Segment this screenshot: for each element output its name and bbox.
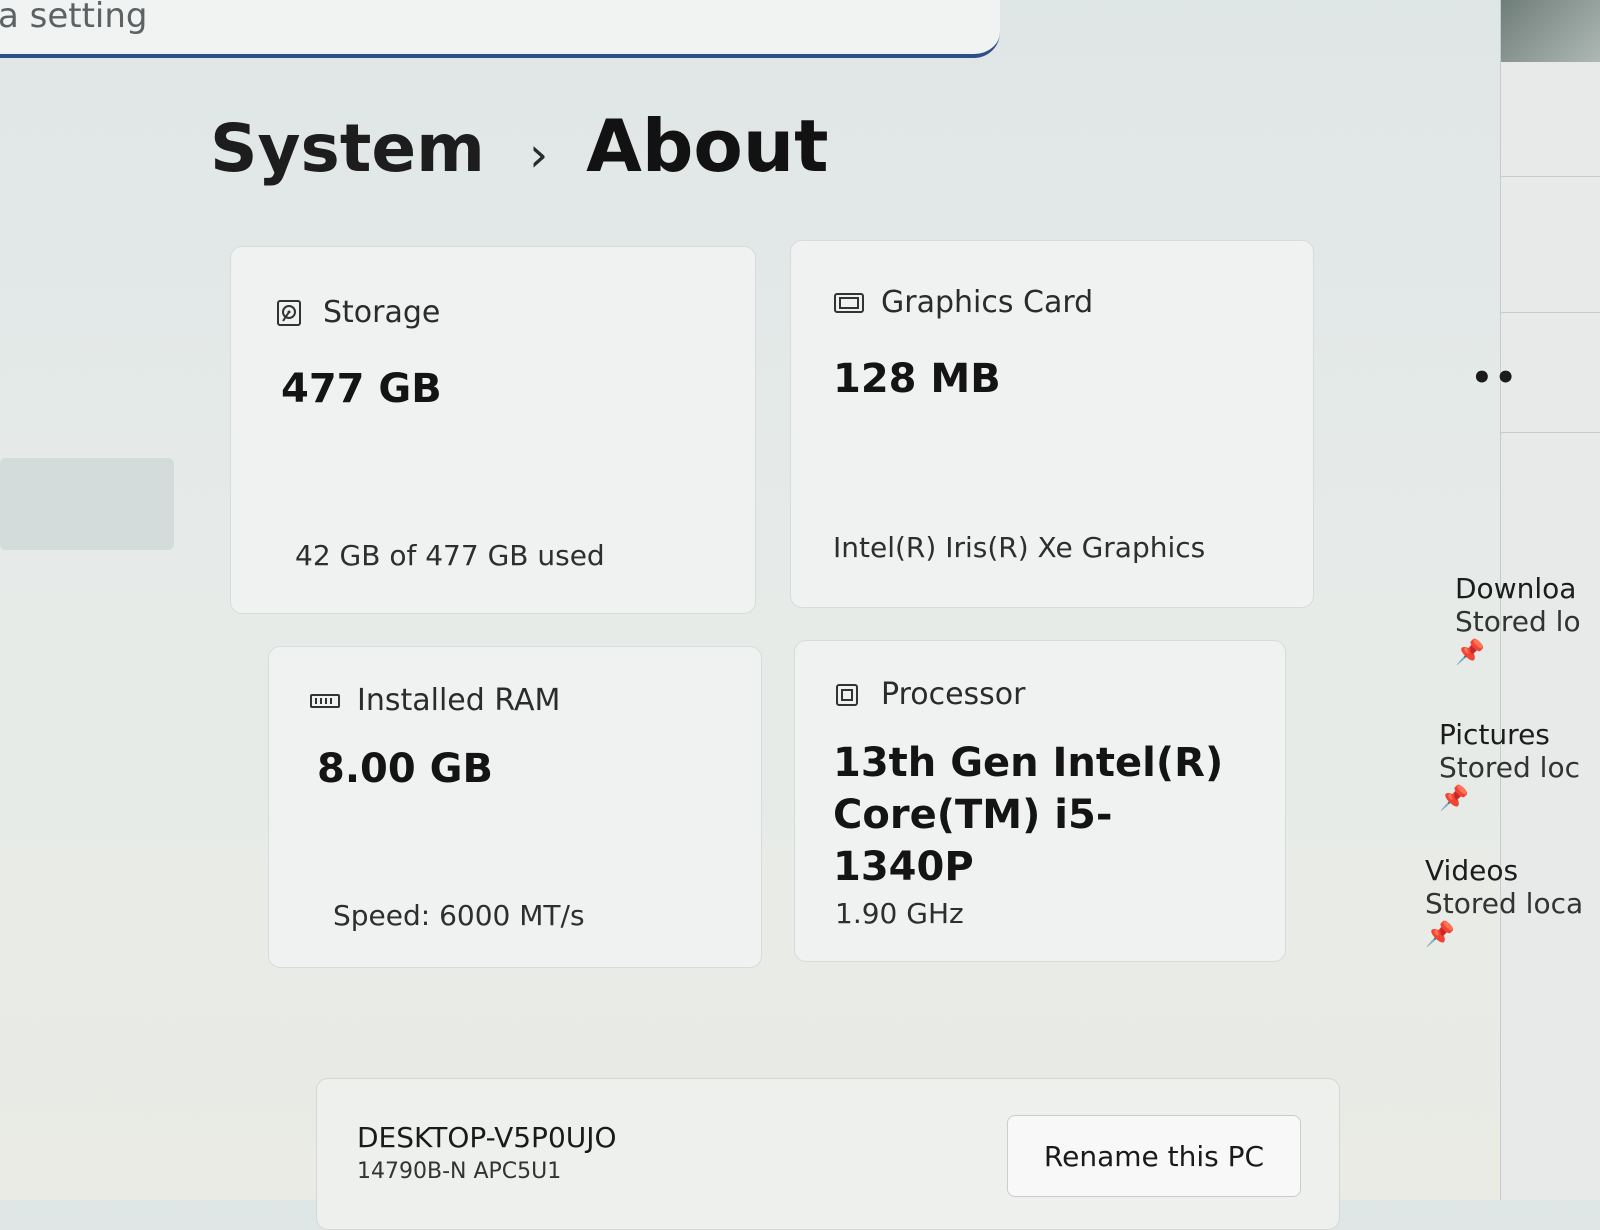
processor-value: 13th Gen Intel(R) Core(TM) i5-1340P xyxy=(833,737,1253,893)
quick-access-item-subtitle: Stored loc xyxy=(1439,751,1580,784)
processor-detail: 1.90 GHz xyxy=(835,897,964,930)
device-name: DESKTOP-V5P0UJO xyxy=(357,1121,617,1154)
breadcrumb: System › About xyxy=(210,104,829,188)
search-input[interactable]: a setting xyxy=(0,0,148,36)
graphics-detail: Intel(R) Iris(R) Xe Graphics xyxy=(833,531,1206,564)
settings-search-box[interactable]: a setting xyxy=(0,0,1000,58)
pin-icon: 📌 xyxy=(1455,638,1485,666)
processor-value-line1: 13th Gen Intel(R) xyxy=(833,740,1224,786)
quick-access-item-videos[interactable]: Videos Stored loca 📌 xyxy=(1425,854,1583,948)
graphics-value: 128 MB xyxy=(833,356,1001,402)
processor-value-line2: Core(TM) i5-1340P xyxy=(833,792,1113,890)
quick-access-item-title: Downloa xyxy=(1455,572,1577,605)
graphics-card-icon xyxy=(833,289,864,317)
pin-icon: 📌 xyxy=(1439,784,1469,812)
graphics-card-card: Graphics Card 128 MB Intel(R) Iris(R) Xe… xyxy=(790,240,1314,608)
divider xyxy=(1501,312,1600,313)
breadcrumb-system-link[interactable]: System xyxy=(210,110,485,187)
quick-access-item-downloads[interactable]: Downloa Stored lo 📌 xyxy=(1455,572,1581,666)
more-options-button[interactable]: •• xyxy=(1471,358,1518,398)
rename-pc-button[interactable]: Rename this PC xyxy=(1007,1115,1301,1197)
hard-drive-icon xyxy=(275,299,303,327)
graphics-title: Graphics Card xyxy=(881,285,1094,320)
quick-access-item-pictures[interactable]: Pictures Stored loc 📌 xyxy=(1439,718,1580,812)
ram-value: 8.00 GB xyxy=(317,746,493,792)
divider xyxy=(1501,432,1600,433)
memory-icon xyxy=(309,687,340,715)
pin-icon: 📌 xyxy=(1425,920,1455,948)
installed-ram-card: Installed RAM 8.00 GB Speed: 6000 MT/s xyxy=(268,646,762,968)
storage-title: Storage xyxy=(323,295,441,330)
storage-detail: 42 GB of 477 GB used xyxy=(295,539,605,572)
processor-card: Processor 13th Gen Intel(R) Core(TM) i5-… xyxy=(794,640,1286,962)
storage-value: 477 GB xyxy=(281,366,442,412)
sidebar-selected-item[interactable] xyxy=(0,458,174,550)
processor-title: Processor xyxy=(881,677,1026,712)
device-name-card: DESKTOP-V5P0UJO 14790B-N APC5U1 Rename t… xyxy=(316,1078,1340,1230)
chevron-right-icon: › xyxy=(528,127,549,183)
cpu-icon xyxy=(833,681,861,709)
quick-access-item-title: Pictures xyxy=(1439,718,1550,751)
ram-title: Installed RAM xyxy=(357,683,561,718)
page-title: About xyxy=(586,104,829,188)
quick-access-item-title: Videos xyxy=(1425,854,1519,887)
quick-access-item-subtitle: Stored loca xyxy=(1425,887,1584,920)
quick-access-item-subtitle: Stored lo xyxy=(1455,605,1581,638)
panel-thumbnail xyxy=(1501,0,1600,62)
storage-card: Storage 477 GB 42 GB of 477 GB used xyxy=(230,246,756,614)
device-model: 14790B-N APC5U1 xyxy=(357,1159,562,1184)
quick-access-panel: •• Downloa Stored lo 📌 Pictures Stored l… xyxy=(1425,0,1600,1200)
divider xyxy=(1501,176,1600,177)
ram-detail: Speed: 6000 MT/s xyxy=(333,899,585,932)
